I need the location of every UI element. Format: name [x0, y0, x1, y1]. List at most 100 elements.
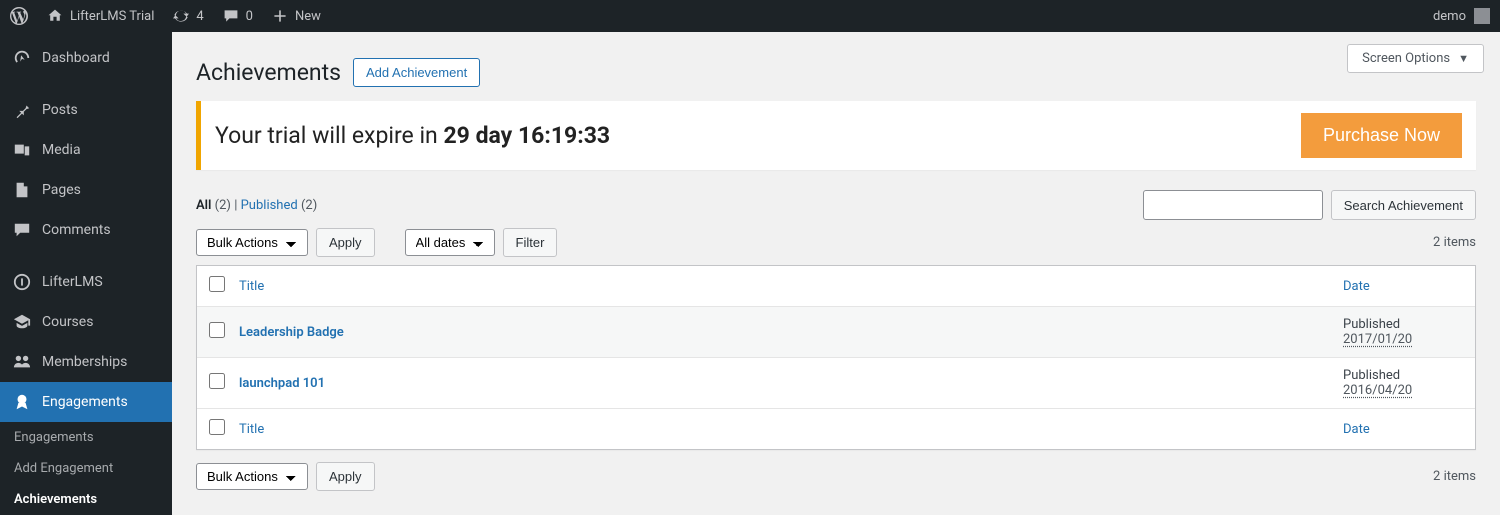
dashboard-icon	[12, 48, 32, 68]
achievement-link[interactable]: launchpad 101	[239, 376, 325, 391]
sidebar-item-label: Dashboard	[42, 50, 110, 66]
submenu-achievements[interactable]: Achievements	[0, 484, 172, 515]
comment-icon	[12, 220, 32, 240]
sidebar-item-dashboard[interactable]: Dashboard	[0, 38, 172, 78]
site-name[interactable]: LifterLMS Trial	[46, 7, 154, 25]
sidebar-item-label: Memberships	[42, 354, 127, 370]
bulk-action-select[interactable]: Bulk Actions	[196, 229, 308, 256]
table-row: launchpad 101 Published 2016/04/20	[197, 358, 1475, 409]
purchase-now-button[interactable]: Purchase Now	[1301, 113, 1462, 158]
filter-all[interactable]: All (2)	[196, 198, 231, 213]
col-title-foot[interactable]: Title	[239, 422, 264, 437]
sidebar-item-courses[interactable]: Courses	[0, 302, 172, 342]
lifterlms-icon	[12, 272, 32, 292]
page-header: Achievements Add Achievement	[172, 32, 1500, 87]
new-content[interactable]: New	[271, 7, 321, 25]
sidebar-submenu: Engagements Add Engagement Achievements	[0, 422, 172, 515]
comments-icon	[222, 7, 240, 25]
filter-button[interactable]: Filter	[503, 228, 558, 257]
admin-bar-right[interactable]: demo	[1433, 8, 1490, 24]
graduation-icon	[12, 312, 32, 332]
filters-row: All (2) | Published (2) Search Achieveme…	[172, 180, 1500, 228]
comments[interactable]: 0	[222, 7, 253, 25]
wrap: Dashboard Posts Media Pages Comments Lif…	[0, 32, 1500, 515]
trial-text: Your trial will expire in 29 day 16:19:3…	[215, 122, 610, 149]
col-title[interactable]: Title	[239, 279, 264, 294]
avatar	[1474, 8, 1490, 24]
search-input[interactable]	[1143, 190, 1323, 220]
row-date: 2017/01/20	[1343, 332, 1463, 347]
row-status: Published	[1343, 317, 1463, 332]
award-icon	[12, 392, 32, 412]
table-head: Title Date	[197, 266, 1475, 307]
bulk-left: Bulk Actions Apply All dates Filter	[196, 228, 557, 257]
screen-options-tab[interactable]: Screen Options ▼	[1347, 44, 1484, 73]
sidebar-item-label: Engagements	[42, 394, 128, 410]
bulk-left-bottom: Bulk Actions Apply	[196, 462, 375, 491]
table-foot: Title Date	[197, 409, 1475, 449]
updates-count: 4	[196, 9, 203, 24]
wordpress-icon	[10, 7, 28, 25]
achievement-link[interactable]: Leadership Badge	[239, 325, 344, 340]
admin-bar: LifterLMS Trial 4 0 New demo	[0, 0, 1500, 32]
sidebar-item-memberships[interactable]: Memberships	[0, 342, 172, 382]
date-filter-select[interactable]: All dates	[405, 229, 495, 256]
sidebar-item-pages[interactable]: Pages	[0, 170, 172, 210]
home-icon	[46, 7, 64, 25]
bulk-row-top: Bulk Actions Apply All dates Filter 2 it…	[172, 228, 1500, 265]
page-icon	[12, 180, 32, 200]
content: Screen Options ▼ Achievements Add Achiev…	[172, 32, 1500, 515]
page-title: Achievements	[196, 59, 341, 86]
comments-count: 0	[246, 9, 253, 24]
trial-prefix: Your trial will expire in	[215, 122, 443, 149]
select-all-top[interactable]	[209, 276, 225, 292]
trial-notice: Your trial will expire in 29 day 16:19:3…	[196, 101, 1476, 170]
pin-icon	[12, 100, 32, 120]
search-group: Search Achievement	[1143, 190, 1476, 220]
site-name-label: LifterLMS Trial	[70, 9, 154, 24]
sidebar-item-media[interactable]: Media	[0, 130, 172, 170]
wp-logo[interactable]	[10, 7, 28, 25]
submenu-engagements[interactable]: Engagements	[0, 422, 172, 453]
bulk-row-bottom: Bulk Actions Apply 2 items	[172, 450, 1500, 503]
sidebar-item-comments[interactable]: Comments	[0, 210, 172, 250]
sidebar-item-label: Comments	[42, 222, 111, 238]
search-button[interactable]: Search Achievement	[1331, 190, 1476, 220]
trial-countdown: 29 day 16:19:33	[443, 122, 610, 149]
apply-button[interactable]: Apply	[316, 228, 375, 257]
select-all-bottom[interactable]	[209, 419, 225, 435]
media-icon	[12, 140, 32, 160]
sidebar-item-posts[interactable]: Posts	[0, 90, 172, 130]
sidebar: Dashboard Posts Media Pages Comments Lif…	[0, 32, 172, 515]
col-date-foot[interactable]: Date	[1343, 422, 1370, 437]
updates-icon	[172, 7, 190, 25]
sidebar-item-label: Courses	[42, 314, 93, 330]
achievements-table: Title Date Leadership Badge Published 20…	[196, 265, 1476, 450]
sidebar-item-engagements[interactable]: Engagements	[0, 382, 172, 422]
row-date: 2016/04/20	[1343, 383, 1463, 398]
row-status: Published	[1343, 368, 1463, 383]
status-links: All (2) | Published (2)	[196, 198, 317, 213]
new-label: New	[295, 9, 321, 24]
row-checkbox[interactable]	[209, 373, 225, 389]
sidebar-item-label: Posts	[42, 102, 78, 118]
bulk-action-select-bottom[interactable]: Bulk Actions	[196, 463, 308, 490]
col-date[interactable]: Date	[1343, 279, 1370, 294]
table-row: Leadership Badge Published 2017/01/20	[197, 307, 1475, 358]
user-name: demo	[1433, 9, 1466, 24]
row-checkbox[interactable]	[209, 322, 225, 338]
apply-button-bottom[interactable]: Apply	[316, 462, 375, 491]
sidebar-item-label: LifterLMS	[42, 274, 103, 290]
updates[interactable]: 4	[172, 7, 203, 25]
sidebar-item-label: Media	[42, 142, 81, 158]
submenu-add-engagement[interactable]: Add Engagement	[0, 453, 172, 484]
filter-published[interactable]: Published	[241, 198, 298, 213]
admin-bar-left: LifterLMS Trial 4 0 New	[10, 7, 321, 25]
sidebar-item-lifterlms[interactable]: LifterLMS	[0, 262, 172, 302]
add-achievement-button[interactable]: Add Achievement	[353, 58, 480, 87]
items-count-top: 2 items	[1433, 235, 1476, 250]
group-icon	[12, 352, 32, 372]
items-count-bottom: 2 items	[1433, 469, 1476, 484]
screen-options-label: Screen Options	[1362, 51, 1450, 66]
plus-icon	[271, 7, 289, 25]
